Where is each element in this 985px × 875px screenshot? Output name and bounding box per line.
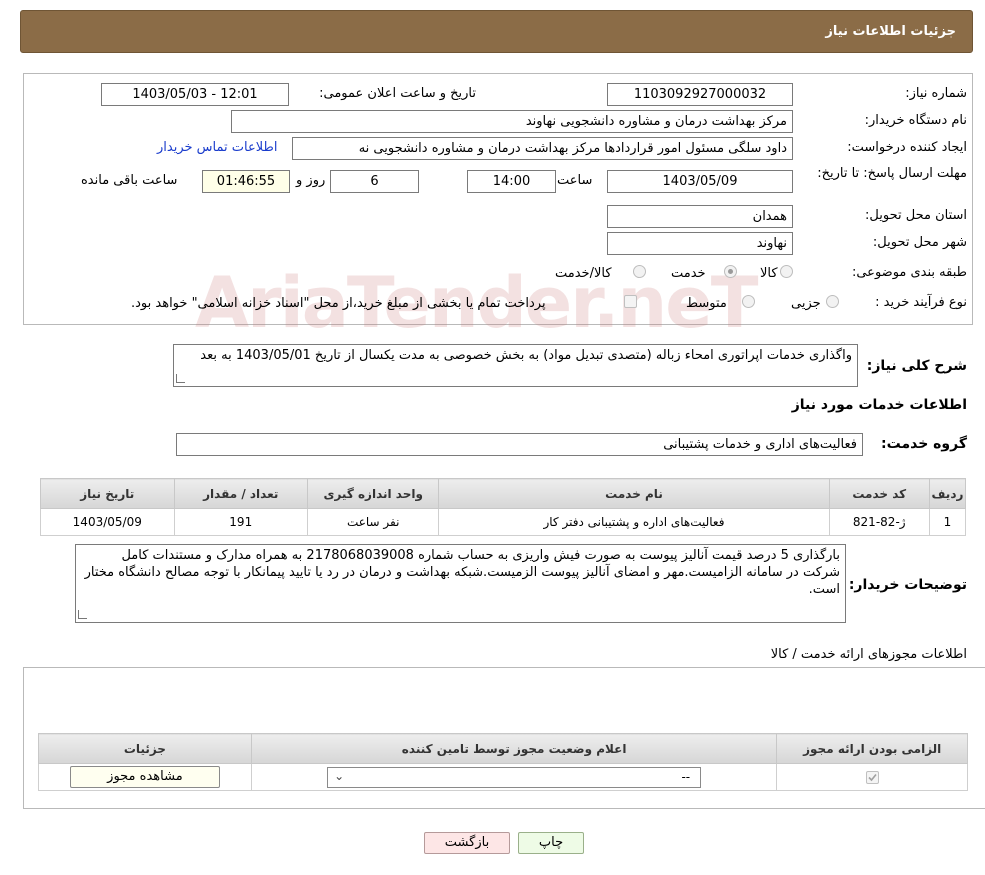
permit-status-select[interactable]: ⌄ -- — [327, 766, 702, 788]
buyer-notes-text: بارگذاری 5 درصد قیمت آنالیز پیوست به صور… — [84, 548, 840, 597]
process-minor-label: جزیی — [791, 296, 821, 311]
chevron-down-icon: ⌄ — [334, 768, 345, 783]
remaining-time-field: 01:46:55 — [202, 170, 290, 193]
need-number-label: شماره نیاز: — [905, 86, 967, 101]
print-button[interactable]: چاپ — [518, 832, 584, 854]
cell-permit-details: مشاهده مجوز — [38, 763, 252, 791]
summary-label: شرح کلی نیاز: — [866, 358, 967, 374]
services-table: ردیف کد خدمت نام خدمت واحد اندازه گیری ت… — [40, 478, 967, 536]
creator-label: ایجاد کننده درخواست: — [847, 140, 967, 155]
col-permit-details: جزئیات — [38, 733, 252, 764]
col-permit-required: الزامی بودن ارائه مجوز — [776, 733, 968, 764]
cell-quantity: 191 — [173, 508, 309, 536]
treasury-payment-checkbox[interactable] — [624, 295, 637, 308]
resize-grip-icon[interactable] — [176, 374, 185, 383]
process-medium-radio[interactable] — [742, 295, 755, 308]
col-service-name: نام خدمت — [438, 478, 830, 509]
view-permit-button[interactable]: مشاهده مجوز — [69, 766, 220, 788]
cell-permit-required — [776, 763, 968, 791]
cell-service-code: ژ-82-821 — [828, 508, 930, 536]
permits-section-title: اطلاعات مجوزهای ارائه خدمت / کالا — [770, 647, 967, 662]
days-label: روز و — [296, 173, 326, 188]
treasury-payment-note: پرداخت تمام یا بخشی از مبلغ خرید،از محل … — [131, 296, 546, 311]
resize-grip-icon[interactable] — [78, 610, 87, 619]
process-medium-label: متوسط — [686, 296, 727, 311]
days-field: 6 — [330, 170, 419, 193]
col-quantity: تعداد / مقدار — [173, 478, 309, 509]
table-row: 1 ژ-82-821 فعالیت‌های اداره و پشتیبانی د… — [40, 508, 967, 536]
back-button[interactable]: بازگشت — [424, 832, 510, 854]
remaining-label: ساعت باقی مانده — [81, 173, 178, 188]
category-service-radio[interactable] — [724, 265, 737, 278]
deadline-date-field: 1403/05/09 — [607, 170, 793, 193]
buyer-notes-textarea[interactable]: بارگذاری 5 درصد قیمت آنالیز پیوست به صور… — [75, 544, 846, 623]
category-goods-label: کالا — [760, 266, 778, 281]
category-goods-service-label: کالا/خدمت — [555, 266, 612, 281]
permit-status-value: -- — [681, 769, 691, 784]
service-group-label: گروه خدمت: — [881, 436, 967, 452]
cell-unit: نفر ساعت — [306, 508, 440, 536]
buyer-contact-link[interactable]: اطلاعات تماس خریدار — [157, 140, 277, 155]
buyer-notes-label: توضیحات خریدار: — [848, 577, 967, 593]
col-need-date: تاریخ نیاز — [40, 478, 175, 509]
summary-text: واگذاری خدمات اپراتوری امحاء زباله (متصد… — [200, 348, 852, 363]
permit-required-checkbox — [865, 771, 879, 784]
announce-label: تاریخ و ساعت اعلان عمومی: — [319, 86, 476, 101]
category-goods-radio[interactable] — [780, 265, 793, 278]
col-unit: واحد اندازه گیری — [306, 478, 440, 509]
services-section-title: اطلاعات خدمات مورد نیاز — [791, 397, 967, 413]
col-service-code: کد خدمت — [828, 478, 930, 509]
services-table-wrap: ردیف کد خدمت نام خدمت واحد اندازه گیری ت… — [40, 478, 967, 536]
deadline-time-field: 14:00 — [467, 170, 556, 193]
summary-textarea[interactable]: واگذاری خدمات اپراتوری امحاء زباله (متصد… — [173, 344, 858, 387]
deadline-label: مهلت ارسال پاسخ: تا تاریخ: — [817, 166, 967, 181]
cell-service-name: فعالیت‌های اداره و پشتیبانی دفتر کار — [438, 508, 830, 536]
city-label: شهر محل تحویل: — [872, 235, 967, 250]
buyer-org-field: مرکز بهداشت درمان و مشاوره دانشجویی نهاو… — [231, 110, 793, 133]
process-minor-radio[interactable] — [826, 295, 839, 308]
permits-table-wrap: الزامی بودن ارائه مجوز اعلام وضعیت مجوز … — [38, 733, 968, 791]
buyer-org-label: نام دستگاه خریدار: — [864, 113, 967, 128]
cell-row: 1 — [928, 508, 967, 536]
page-title: جزئیات اطلاعات نیاز — [825, 24, 956, 39]
col-row: ردیف — [928, 478, 967, 509]
city-field: نهاوند — [607, 232, 793, 255]
table-row: ⌄ -- مشاهده مجوز — [38, 763, 968, 791]
deadline-time-label: ساعت — [557, 173, 593, 188]
permits-table: الزامی بودن ارائه مجوز اعلام وضعیت مجوز … — [38, 733, 968, 791]
announce-field: 1403/05/03 - 12:01 — [101, 83, 289, 106]
category-label: طبقه بندی موضوعی: — [851, 265, 967, 280]
check-icon — [868, 773, 877, 782]
creator-field: داود سلگی مسئول امور قراردادها مرکز بهدا… — [292, 137, 793, 160]
category-service-label: خدمت — [671, 266, 706, 281]
cell-need-date: 1403/05/09 — [40, 508, 175, 536]
province-field: همدان — [607, 205, 793, 228]
need-number-field: 1103092927000032 — [607, 83, 793, 106]
cell-permit-status: ⌄ -- — [250, 763, 778, 791]
province-label: استان محل تحویل: — [865, 208, 967, 223]
col-permit-status: اعلام وضعیت مجوز توسط تامین کننده — [250, 733, 778, 764]
service-group-field: فعالیت‌های اداری و خدمات پشتیبانی — [176, 433, 863, 456]
category-goods-service-radio[interactable] — [633, 265, 646, 278]
page-title-bar: جزئیات اطلاعات نیاز — [20, 10, 973, 53]
process-label: نوع فرآیند خرید : — [875, 295, 967, 310]
